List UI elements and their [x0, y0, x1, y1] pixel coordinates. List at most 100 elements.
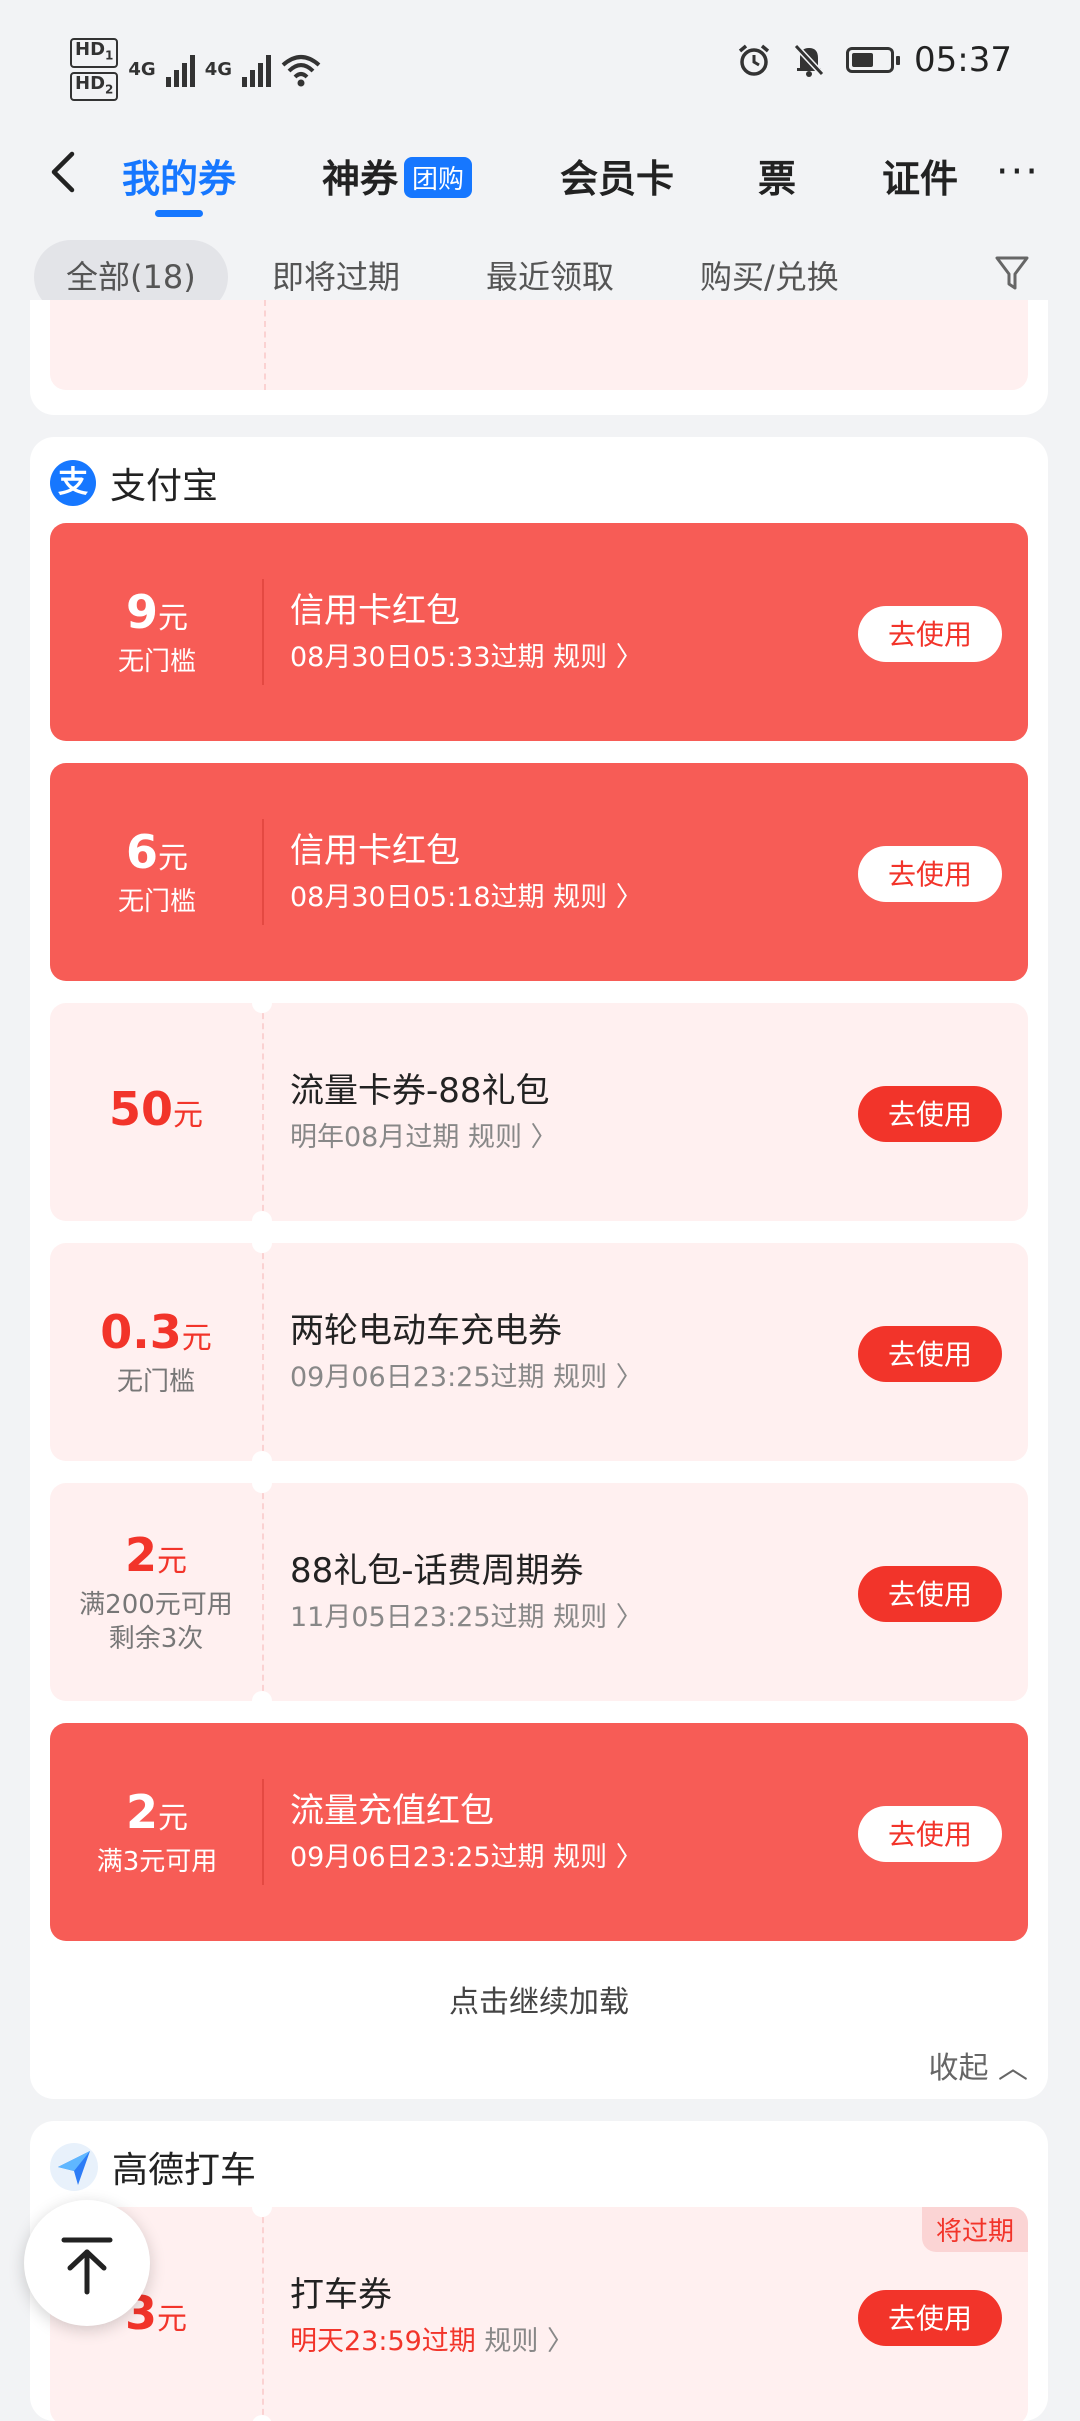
- coupon-amount-area: 9元 无门槛: [50, 523, 264, 741]
- alipay-title: 支付宝: [110, 466, 219, 507]
- chevron-right-icon: 〉: [547, 2326, 574, 2357]
- coupon-amount-area: 2元 满200元可用 剩余3次: [50, 1483, 272, 1701]
- hd2-indicator: HD2: [70, 71, 119, 102]
- coupon-item[interactable]: 2元 满3元可用 流量充值红包 09月06日23:25过期 规则 〉 去使用: [50, 1723, 1028, 1941]
- coupon-rule-link[interactable]: 规则: [553, 1602, 607, 1633]
- amap-logo-icon: [50, 2143, 98, 2191]
- alarm-icon: [738, 44, 770, 76]
- coupon-condition: 满3元可用: [96, 1846, 218, 1877]
- coupon-rule-link[interactable]: 规则: [553, 642, 607, 673]
- alipay-card: 支 支付宝 9元 无门槛 信用卡红包 08月30日05:33过期 规则 〉 去使…: [30, 437, 1048, 2099]
- coupon-amount: 2: [124, 1527, 157, 1582]
- coupon-amount: 0.3: [100, 1304, 182, 1359]
- scroll-to-top-button[interactable]: [24, 2200, 150, 2326]
- coupon-rule-link[interactable]: 规则: [553, 1362, 607, 1393]
- coupon-amount-area: 50元: [50, 1003, 272, 1221]
- coupon-remaining: 剩余3次: [108, 1623, 204, 1654]
- coupon-condition: 无门槛: [117, 646, 196, 677]
- coupon-expiry-line: 08月30日05:18过期 规则 〉: [290, 875, 643, 914]
- wifi-icon: [281, 54, 321, 87]
- back-arrow-icon[interactable]: [44, 150, 84, 194]
- coupon-rule-link[interactable]: 规则: [553, 1842, 607, 1873]
- tab-super-coupons[interactable]: 神券 团购: [322, 148, 473, 203]
- coupon-condition: 满200元可用: [79, 1589, 233, 1620]
- coupon-rule-link[interactable]: 规则: [468, 1122, 522, 1153]
- tab-documents[interactable]: 证件: [882, 148, 958, 203]
- coupon-expiry: 明天23:59过期: [290, 2326, 476, 2357]
- tab-my-coupons[interactable]: 我的券: [122, 148, 236, 217]
- use-coupon-button[interactable]: 去使用: [858, 1806, 1002, 1862]
- collapse-label: 收起: [928, 2051, 989, 2086]
- chevron-right-icon: 〉: [615, 1602, 643, 1633]
- coupon-rule-link[interactable]: 规则: [484, 2326, 538, 2357]
- coupon-title: 流量卡券-88礼包: [290, 1071, 550, 1111]
- group-buy-badge: 团购: [404, 157, 473, 198]
- filter-funnel-icon[interactable]: [994, 254, 1030, 294]
- coupon-item[interactable]: 50元 流量卡券-88礼包 明年08月过期 规则 〉 去使用: [50, 1003, 1028, 1221]
- chevron-right-icon: 〉: [615, 642, 643, 673]
- expiring-tag: 将过期: [921, 2207, 1028, 2252]
- use-coupon-button[interactable]: 去使用: [858, 606, 1002, 662]
- coupon-amount: 2: [125, 1784, 158, 1839]
- coupon-rule-link[interactable]: 规则: [553, 882, 607, 913]
- coupon-expiry: 08月30日05:33过期: [290, 642, 545, 673]
- coupon-item[interactable]: 2元 满200元可用 剩余3次 88礼包-话费周期券 11月05日23:25过期…: [50, 1483, 1028, 1701]
- coupon-expiry-line: 明年08月过期 规则 〉: [290, 1115, 558, 1154]
- tab-member-cards[interactable]: 会员卡: [560, 148, 674, 203]
- coupon-amount-area: 6元 无门槛: [50, 763, 264, 981]
- coupon-expiry: 09月06日23:25过期: [290, 1362, 545, 1393]
- use-coupon-button[interactable]: 去使用: [858, 846, 1002, 902]
- signal-icon-1: [165, 53, 195, 87]
- network-type-1: 4G: [128, 59, 156, 81]
- coupon-unit: 元: [158, 840, 188, 876]
- coupon-condition: 无门槛: [117, 886, 196, 917]
- hd1-indicator: HD1: [70, 38, 119, 68]
- status-right: 05:37: [736, 40, 1012, 80]
- coupon-unit: 元: [181, 1320, 212, 1356]
- load-more-link[interactable]: 点击继续加载: [30, 1977, 1048, 2021]
- battery-icon: [846, 47, 901, 73]
- coupon-unit: 元: [158, 600, 188, 636]
- more-menu-icon[interactable]: ···: [996, 152, 1040, 192]
- use-coupon-button[interactable]: 去使用: [858, 1566, 1002, 1622]
- alipay-logo-icon: 支: [50, 460, 96, 506]
- coupon-title: 流量充值红包: [290, 1791, 494, 1831]
- use-coupon-button[interactable]: 去使用: [858, 2290, 1002, 2346]
- status-time: 05:37: [914, 40, 1012, 80]
- coupon-item[interactable]: 6元 无门槛 信用卡红包 08月30日05:18过期 规则 〉 去使用: [50, 763, 1028, 981]
- coupon-expiry-line: 11月05日23:25过期 规则 〉: [290, 1595, 643, 1634]
- coupon-expiry-line: 09月06日23:25过期 规则 〉: [290, 1835, 643, 1874]
- coupon-unit: 元: [157, 2301, 187, 2337]
- coupon-title: 信用卡红包: [290, 831, 460, 871]
- coupon-expiry: 09月06日23:25过期: [290, 1842, 545, 1873]
- tab-tickets[interactable]: 票: [758, 148, 796, 203]
- alipay-header: 支 支付宝: [50, 457, 218, 509]
- amap-card: 高德打车 3元 将过期 打车券 明天23:59过期 规则 〉 去使用: [30, 2121, 1048, 2421]
- coupon-expiry-line: 09月06日23:25过期 规则 〉: [290, 1355, 643, 1394]
- amap-header: 高德打车: [50, 2141, 256, 2193]
- chevron-right-icon: 〉: [615, 1842, 643, 1873]
- coupon-amount-area: 0.3元 无门槛: [50, 1243, 272, 1461]
- coupon-condition: 无门槛: [116, 1366, 195, 1397]
- network-type-2: 4G: [204, 59, 232, 81]
- chevron-right-icon: 〉: [615, 1362, 643, 1393]
- collapse-button[interactable]: 收起 ︿: [928, 2043, 1028, 2087]
- coupon-item[interactable]: 0.3元 无门槛 两轮电动车充电券 09月06日23:25过期 规则 〉 去使用: [50, 1243, 1028, 1461]
- previous-card: [30, 300, 1048, 415]
- use-coupon-button[interactable]: 去使用: [858, 1326, 1002, 1382]
- mute-bell-icon: [793, 43, 825, 77]
- chevron-right-icon: 〉: [615, 882, 643, 913]
- coupon-expiry-line: 明天23:59过期 规则 〉: [290, 2319, 574, 2358]
- coupon-expiry: 11月05日23:25过期: [290, 1602, 545, 1633]
- coupon-expiry-line: 08月30日05:33过期 规则 〉: [290, 635, 643, 674]
- chevron-up-icon: ︿: [998, 2051, 1028, 2086]
- coupon-title: 信用卡红包: [290, 591, 460, 631]
- coupon-title: 88礼包-话费周期券: [290, 1551, 584, 1591]
- status-bar: HD1 HD2 4G 4G 05:37: [0, 0, 1080, 120]
- use-coupon-button[interactable]: 去使用: [858, 1086, 1002, 1142]
- coupon-amount: 6: [125, 824, 158, 879]
- coupon-amount: 9: [125, 584, 158, 639]
- signal-icon-2: [242, 53, 271, 87]
- coupon-item[interactable]: 3元 将过期 打车券 明天23:59过期 规则 〉 去使用: [50, 2207, 1028, 2421]
- coupon-item[interactable]: 9元 无门槛 信用卡红包 08月30日05:33过期 规则 〉 去使用: [50, 523, 1028, 741]
